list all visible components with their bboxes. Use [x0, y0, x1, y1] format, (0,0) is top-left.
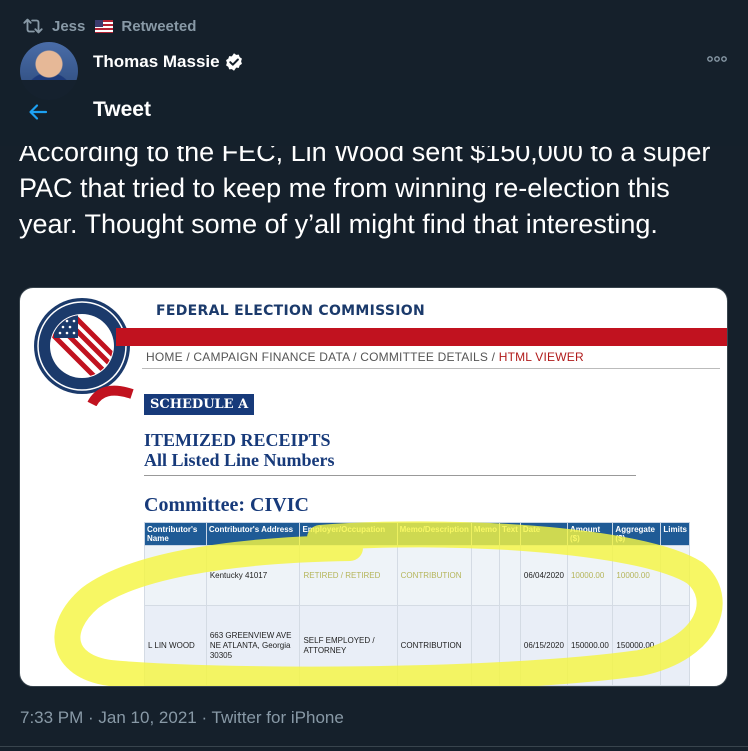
itemized-line1: ITEMIZED RECEIPTS	[144, 430, 331, 450]
cell-memo-desc: CONTRIBUTION	[396, 545, 472, 606]
col-limits: Limits	[660, 522, 690, 546]
breadcrumb-divider	[142, 368, 720, 369]
crumb-home: HOME	[146, 350, 183, 364]
cell-aggregate: 150000.00	[612, 605, 662, 686]
tweet-text: According to the FEC, Lin Wood sent $150…	[19, 146, 711, 239]
col-memo: Memo	[470, 522, 501, 546]
col-memo-desc: Memo/Description	[396, 522, 472, 546]
more-options-icon[interactable]	[706, 52, 728, 66]
cell-limits	[660, 605, 690, 686]
col-name: Contributor's Name	[144, 522, 207, 546]
page-title: Tweet	[93, 98, 151, 121]
cell-amount: 10000.00	[566, 545, 614, 606]
retweet-icon	[23, 18, 43, 34]
tweet-media-image[interactable]: FEDERAL ELECTION COMMISSION HOME / CAMPA…	[19, 287, 728, 687]
crumb-committee: COMMITTEE DETAILS	[360, 350, 489, 364]
cell-address: Kentucky 41017	[205, 545, 301, 606]
cell-memo	[470, 545, 501, 606]
divider	[0, 746, 748, 747]
table-header-row: Contributor's Name Contributor's Address…	[144, 522, 690, 546]
cell-aggregate: 10000.00	[612, 545, 662, 606]
fec-title: FEDERAL ELECTION COMMISSION	[156, 303, 426, 319]
top-header: Tweet	[0, 80, 748, 146]
table-row: Kentucky 41017 RETIRED / RETIRED CONTRIB…	[144, 545, 690, 606]
author-name-wrap[interactable]: Thomas Massie	[93, 52, 244, 72]
retweet-context[interactable]: Jess Retweeted	[22, 14, 196, 38]
tweet-timestamp[interactable]: 7:33 PM · Jan 10, 2021 · Twitter for iPh…	[20, 708, 344, 728]
retweeter-name[interactable]: Jess	[52, 18, 85, 35]
cell-limits	[660, 545, 690, 606]
tweet-body-viewport: According to the FEC, Lin Wood sent $150…	[0, 146, 748, 286]
crumb-current: HTML VIEWER	[498, 350, 584, 364]
itemized-line2: All Listed Line Numbers	[144, 450, 335, 470]
cell-name: L LIN WOOD	[144, 605, 207, 686]
cell-memo	[470, 605, 501, 686]
col-amount: Amount ($)	[566, 522, 614, 546]
cell-memo-desc: CONTRIBUTION	[396, 605, 472, 686]
cell-text	[499, 605, 521, 686]
col-text: Text	[499, 522, 521, 546]
col-address: Contributor's Address	[205, 522, 301, 546]
col-date: Date	[519, 522, 568, 546]
cell-employer: RETIRED / RETIRED	[299, 545, 398, 606]
cell-employer: SELF EMPLOYED / ATTORNEY	[299, 605, 398, 686]
crumb-finance: CAMPAIGN FINANCE DATA	[193, 350, 350, 364]
fec-red-banner	[116, 328, 727, 346]
col-employer: Employer/Occupation	[299, 522, 398, 546]
retweeted-label: Retweeted	[121, 17, 197, 35]
cell-date: 06/15/2020	[519, 605, 568, 686]
cell-text	[499, 545, 521, 606]
fec-seal-logo	[34, 298, 134, 406]
itemized-divider	[144, 475, 636, 476]
us-flag-icon	[95, 19, 114, 33]
cell-address: 663 GREENVIEW AVE NE ATLANTA, Georgia 30…	[205, 605, 301, 686]
cell-name	[144, 545, 207, 606]
receipts-table: Contributor's Name Contributor's Address…	[144, 522, 690, 686]
itemized-heading: ITEMIZED RECEIPTS All Listed Line Number…	[144, 430, 335, 470]
committee-heading: Committee: CIVIC	[144, 494, 309, 516]
tweet-author: Thomas Massie	[20, 42, 732, 100]
schedule-label: SCHEDULE A	[144, 394, 255, 415]
verified-badge-icon	[225, 53, 242, 71]
author-name[interactable]: Thomas Massie	[93, 52, 220, 72]
cell-amount: 150000.00	[566, 605, 614, 686]
back-arrow-icon[interactable]	[26, 100, 50, 124]
fec-breadcrumb: HOME / CAMPAIGN FINANCE DATA / COMMITTEE…	[146, 350, 584, 364]
col-aggregate: Aggregate ($)	[612, 522, 662, 546]
cell-date: 06/04/2020	[519, 545, 568, 606]
table-row: L LIN WOOD 663 GREENVIEW AVE NE ATLANTA,…	[144, 605, 690, 686]
